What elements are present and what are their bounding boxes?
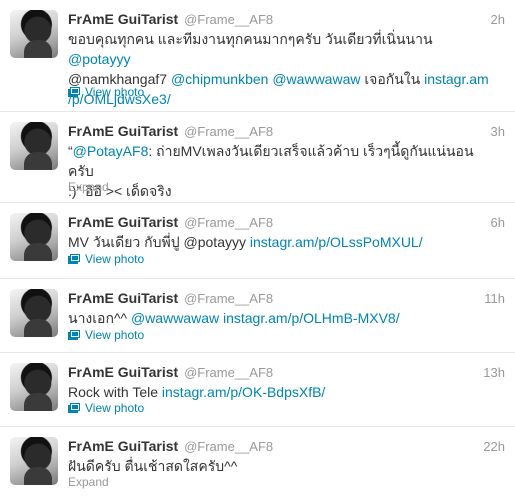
- tweet-header: FrAmE GuiTarist @Frame__AF8: [68, 438, 273, 454]
- tweet-author-name[interactable]: FrAmE GuiTarist: [68, 364, 178, 380]
- expand-link[interactable]: Expand: [68, 180, 109, 194]
- mention-link[interactable]: @PotayAF8: [73, 143, 149, 159]
- tweet-username[interactable]: @Frame__AF8: [184, 12, 273, 27]
- tweet-header: FrAmE GuiTarist @Frame__AF8: [68, 290, 273, 306]
- photo-icon: [68, 87, 80, 97]
- view-photo-link[interactable]: View photo: [68, 401, 144, 415]
- mention-link[interactable]: @potayyy: [68, 51, 130, 67]
- tweet-author-name[interactable]: FrAmE GuiTarist: [68, 214, 178, 230]
- url-link[interactable]: instagr.am/p/OK-BdpsXfB/: [162, 384, 325, 400]
- tweet-text-part: ฝันดีครับ ตื่นเช้าสดใสครับ^^: [68, 458, 238, 474]
- tweet-author-name[interactable]: FrAmE GuiTarist: [68, 123, 178, 139]
- tweet-username[interactable]: @Frame__AF8: [184, 439, 273, 454]
- view-photo-label: View photo: [85, 401, 145, 415]
- tweet-text: ฝันดีครับ ตื่นเช้าสดใสครับ^^: [68, 456, 498, 476]
- photo-icon: [68, 330, 80, 340]
- avatar[interactable]: [10, 289, 58, 337]
- tweet-header: FrAmE GuiTarist @Frame__AF8: [68, 214, 273, 230]
- avatar[interactable]: [10, 213, 58, 261]
- tweet[interactable]: FrAmE GuiTarist @Frame__AF8 6h MV วันเดี…: [0, 203, 515, 279]
- tweet-username[interactable]: @Frame__AF8: [184, 215, 273, 230]
- url-link[interactable]: instagr.am: [424, 71, 489, 87]
- mention-link[interactable]: @chipmunkben: [171, 71, 269, 87]
- tweet-author-name[interactable]: FrAmE GuiTarist: [68, 290, 178, 306]
- url-link[interactable]: instagr.am/p/OLssPoMXUL/: [250, 234, 423, 250]
- mention-link[interactable]: @wawwawaw: [131, 310, 219, 326]
- avatar[interactable]: [10, 437, 58, 485]
- tweet-username[interactable]: @Frame__AF8: [184, 291, 273, 306]
- view-photo-label: View photo: [85, 85, 145, 99]
- view-photo-label: View photo: [85, 328, 145, 342]
- tweet-text: “@PotayAF8: ถ่ายMVเพลงวันเดียวเสร็จแล้วค…: [68, 141, 498, 201]
- tweet-timestamp[interactable]: 11h: [484, 291, 505, 306]
- tweet-text-part: Rock with Tele: [68, 384, 162, 400]
- photo-icon: [68, 254, 80, 264]
- expand-link[interactable]: Expand: [68, 475, 109, 489]
- tweet-text-part: นางเอก^^: [68, 310, 131, 326]
- tweet-timestamp[interactable]: 3h: [491, 124, 505, 139]
- tweet-text: Rock with Tele instagr.am/p/OK-BdpsXfB/: [68, 382, 498, 402]
- tweet[interactable]: FrAmE GuiTarist @Frame__AF8 11h นางเอก^^…: [0, 279, 515, 353]
- avatar[interactable]: [10, 363, 58, 411]
- tweet-author-name[interactable]: FrAmE GuiTarist: [68, 438, 178, 454]
- tweet-text-part: เจอกันใน: [360, 71, 425, 87]
- mention-link[interactable]: @wawwawaw: [272, 71, 360, 87]
- avatar[interactable]: [10, 10, 58, 58]
- tweet-timestamp[interactable]: 13h: [483, 365, 505, 380]
- view-photo-link[interactable]: View photo: [68, 85, 144, 99]
- tweet[interactable]: FrAmE GuiTarist @Frame__AF8 3h “@PotayAF…: [0, 112, 515, 203]
- tweet[interactable]: FrAmE GuiTarist @Frame__AF8 22h ฝันดีครั…: [0, 427, 515, 499]
- view-photo-link[interactable]: View photo: [68, 328, 144, 342]
- tweet-text-part: MV วันเดียว กับพี่ปู @potayyy: [68, 234, 250, 250]
- photo-icon: [68, 403, 80, 413]
- tweet-author-name[interactable]: FrAmE GuiTarist: [68, 11, 178, 27]
- avatar[interactable]: [10, 122, 58, 170]
- view-photo-link[interactable]: View photo: [68, 252, 144, 266]
- tweet[interactable]: FrAmE GuiTarist @Frame__AF8 2h ขอบคุณทุก…: [0, 0, 515, 112]
- view-photo-label: View photo: [85, 252, 145, 266]
- tweet-timestamp[interactable]: 6h: [491, 215, 505, 230]
- tweet-header: FrAmE GuiTarist @Frame__AF8: [68, 11, 273, 27]
- tweet-header: FrAmE GuiTarist @Frame__AF8: [68, 123, 273, 139]
- tweet-timestamp[interactable]: 22h: [483, 439, 505, 454]
- tweet-username[interactable]: @Frame__AF8: [184, 365, 273, 380]
- tweet-timeline: FrAmE GuiTarist @Frame__AF8 2h ขอบคุณทุก…: [0, 0, 515, 499]
- tweet-text: นางเอก^^ @wawwawaw instagr.am/p/OLHmB-MX…: [68, 308, 498, 328]
- tweet[interactable]: FrAmE GuiTarist @Frame__AF8 13h Rock wit…: [0, 353, 515, 427]
- tweet-header: FrAmE GuiTarist @Frame__AF8: [68, 364, 273, 380]
- tweet-text: MV วันเดียว กับพี่ปู @potayyy instagr.am…: [68, 232, 498, 252]
- tweet-username[interactable]: @Frame__AF8: [184, 124, 273, 139]
- tweet-timestamp[interactable]: 2h: [491, 12, 505, 27]
- tweet-text-part: ขอบคุณทุกคน และทีมงานทุกคนมากๆครับ วันเด…: [68, 31, 433, 47]
- url-link[interactable]: instagr.am/p/OLHmB-MXV8/: [223, 310, 400, 326]
